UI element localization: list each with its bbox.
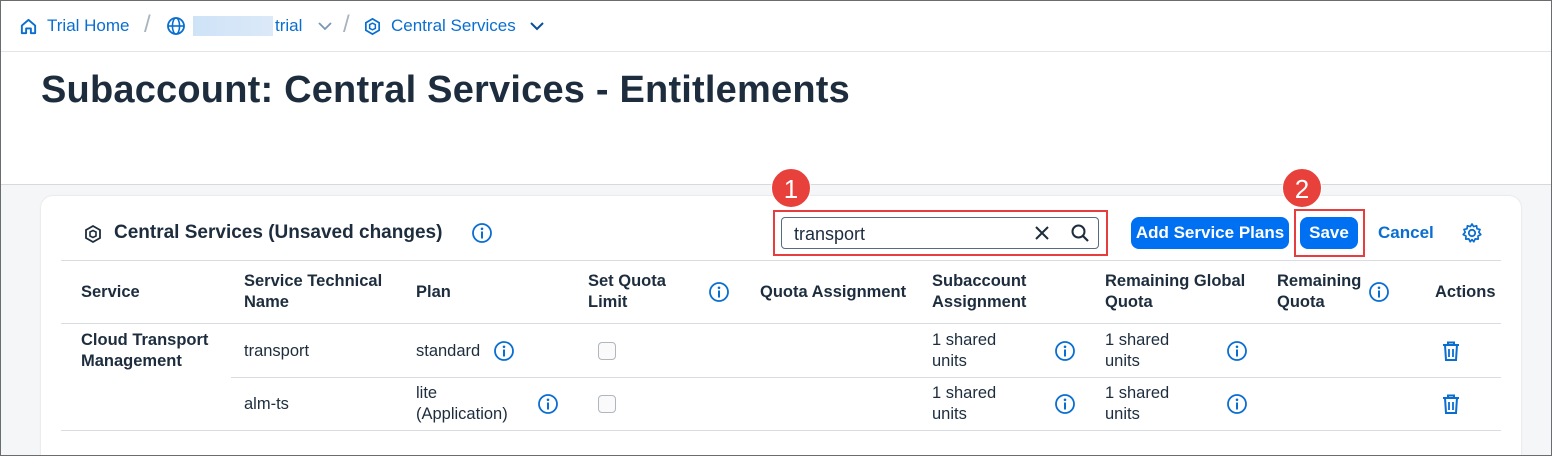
row1-subaccount-assignment: 1 shared units [932,330,996,372]
service-name-line: Management [81,352,182,370]
breadcrumb: Trial Home / trial / Central Services [1,1,1551,52]
row2-plan: lite (Application) [416,383,508,425]
row2-technical-name: alm-ts [244,395,289,413]
masked-account-name [193,16,273,36]
cell-line: units [1105,352,1140,370]
breadcrumb-home[interactable]: Trial Home [19,15,130,37]
trash-icon[interactable] [1441,340,1461,367]
subaccount-icon [363,17,382,36]
column-header-line: Remaining [1277,272,1362,290]
cell-line: (Application) [416,405,508,423]
column-header-remaining-global-quota: Remaining Global Quota [1105,271,1245,313]
chevron-down-icon[interactable] [318,21,333,31]
row-divider [231,377,1501,378]
quota-limit-checkbox[interactable] [598,395,616,413]
cell-line: 1 shared [1105,384,1170,402]
chevron-down-icon[interactable] [530,21,544,31]
cell-line: 1 shared [932,384,997,402]
breadcrumb-global-account[interactable]: trial [166,15,333,37]
home-icon [19,17,38,36]
column-header-plan: Plan [416,283,451,301]
column-header-line: Subaccount [932,272,1027,290]
column-header-service: Service [81,283,140,301]
column-header-line: Quota [1105,293,1153,311]
info-icon[interactable] [1368,281,1390,303]
callout-badge-2: 2 [1282,168,1322,208]
column-header-actions: Actions [1435,283,1496,301]
cell-line: lite [416,384,438,402]
row2-subaccount-assignment: 1 shared units [932,383,996,425]
info-icon[interactable] [1054,340,1076,362]
save-button[interactable]: Save [1300,217,1358,249]
table-bottom-border [61,430,1501,431]
breadcrumb-subaccount-label: Central Services [391,16,516,35]
breadcrumb-separator: / [343,11,350,38]
app-window: Trial Home / trial / Central Services Su… [0,0,1552,456]
row1-plan: standard [416,342,481,360]
cell-line: 1 shared [932,331,997,349]
info-icon[interactable] [537,393,559,415]
breadcrumb-separator: / [144,11,151,38]
trash-icon[interactable] [1441,393,1461,420]
globe-icon [166,16,186,36]
callout-badge-1: 1 [771,168,811,208]
row1-technical-name: transport [244,342,310,360]
column-header-line: Assignment [932,293,1027,311]
row2-remaining-global-quota: 1 shared units [1105,383,1169,425]
quota-limit-checkbox[interactable] [598,342,616,360]
service-name: Cloud Transport Management [81,330,208,372]
row1-remaining-global-quota: 1 shared units [1105,330,1169,372]
column-header-line: Quota [1277,293,1325,311]
search-highlight-box [773,210,1108,256]
breadcrumb-subaccount[interactable]: Central Services [363,15,544,37]
column-header-line: Remaining Global [1105,272,1246,290]
info-icon[interactable] [471,222,493,244]
column-header-line: Set Quota [588,272,666,290]
cell-line: 1 shared [1105,331,1170,349]
cell-line: units [932,405,967,423]
column-header-quota-limit: Set Quota Limit [588,271,666,313]
info-icon[interactable] [1226,340,1248,362]
column-header-line: Limit [588,293,628,311]
gear-icon[interactable] [1461,222,1483,249]
column-header-remaining-quota: Remaining Quota [1277,271,1361,313]
info-icon[interactable] [708,281,730,303]
info-icon[interactable] [493,340,515,362]
page-header: Trial Home / trial / Central Services Su… [1,1,1551,185]
column-header-line: Service Technical [244,272,383,290]
breadcrumb-home-label: Trial Home [47,16,130,35]
cell-line: units [932,352,967,370]
header-bottom-border [61,323,1501,324]
table-top-border [61,260,1501,261]
info-icon[interactable] [1226,393,1248,415]
column-header-subaccount-assignment: Subaccount Assignment [932,271,1026,313]
column-header-technical-name: Service Technical Name [244,271,382,313]
cancel-button[interactable]: Cancel [1378,223,1434,243]
page-title: Subaccount: Central Services - Entitleme… [41,69,850,111]
breadcrumb-global-account-label: trial [275,16,303,35]
card-title-text: Central Services (Unsaved changes) [114,222,443,243]
cell-line: units [1105,405,1140,423]
column-header-quota-assignment: Quota Assignment [760,283,907,301]
add-service-plans-button[interactable]: Add Service Plans [1131,217,1289,249]
column-header-line: Name [244,293,289,311]
service-name-line: Cloud Transport [81,331,209,349]
subaccount-icon [83,224,103,250]
info-icon[interactable] [1054,393,1076,415]
